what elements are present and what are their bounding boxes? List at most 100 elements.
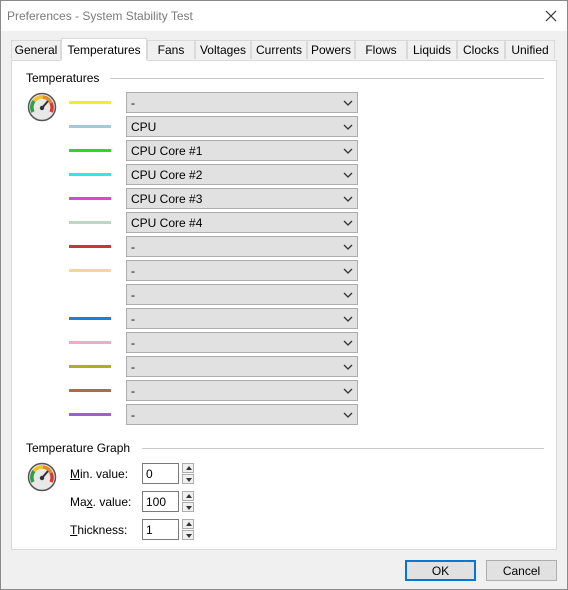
sensor-select[interactable]: CPU Core #4 bbox=[126, 212, 358, 233]
series-color-swatch[interactable] bbox=[69, 197, 111, 200]
series-color-swatch[interactable] bbox=[69, 293, 111, 296]
tab-unified[interactable]: Unified bbox=[505, 40, 555, 59]
cancel-button[interactable]: Cancel bbox=[486, 560, 557, 581]
tab-label: Unified bbox=[511, 43, 549, 57]
sensor-select-value: - bbox=[131, 96, 135, 110]
min-value-decrement-button[interactable] bbox=[182, 474, 194, 484]
sensor-select[interactable]: - bbox=[126, 92, 358, 113]
chevron-down-icon bbox=[343, 124, 353, 130]
chevron-down-icon bbox=[343, 388, 353, 394]
sensor-select[interactable]: - bbox=[126, 236, 358, 257]
series-color-swatch[interactable] bbox=[69, 365, 111, 368]
sensor-select-value: - bbox=[131, 408, 135, 422]
max-value-input[interactable]: 100 bbox=[142, 491, 179, 512]
max-value-spinner bbox=[182, 491, 194, 512]
max-value-label-start: Ma bbox=[70, 495, 87, 509]
tab-label: Clocks bbox=[462, 43, 499, 57]
sensor-select-value: - bbox=[131, 288, 135, 302]
sensor-select[interactable]: - bbox=[126, 260, 358, 281]
tab-fans[interactable]: Fans bbox=[147, 40, 195, 59]
min-value-input[interactable]: 0 bbox=[142, 463, 179, 484]
thickness-label-text: hickness: bbox=[77, 523, 128, 537]
series-color-swatch[interactable] bbox=[69, 245, 111, 248]
min-value-label: Min. value: bbox=[70, 467, 128, 481]
sensor-select[interactable]: - bbox=[126, 332, 358, 353]
chevron-down-icon bbox=[343, 340, 353, 346]
tab-label: Temperatures bbox=[67, 42, 141, 57]
tab-flows[interactable]: Flows bbox=[355, 40, 407, 59]
cancel-button-label: Cancel bbox=[502, 563, 541, 578]
max-value-label-text: . value: bbox=[92, 495, 132, 509]
title-bar: Preferences - System Stability Test bbox=[1, 1, 567, 31]
sensor-select[interactable]: CPU Core #3 bbox=[126, 188, 358, 209]
sensor-select[interactable]: CPU bbox=[126, 116, 358, 137]
sensor-select[interactable]: CPU Core #2 bbox=[126, 164, 358, 185]
close-button[interactable] bbox=[535, 1, 567, 31]
series-color-swatch[interactable] bbox=[69, 317, 111, 320]
window-title: Preferences - System Stability Test bbox=[7, 9, 193, 23]
tab-label: Powers bbox=[310, 43, 351, 57]
series-color-swatch[interactable] bbox=[69, 389, 111, 392]
thickness-input[interactable]: 1 bbox=[142, 519, 179, 540]
sensor-select[interactable]: - bbox=[126, 284, 358, 305]
min-value-label-text: in. value: bbox=[80, 467, 129, 481]
graph-gauge-icon bbox=[27, 462, 57, 492]
thickness-spinner bbox=[182, 519, 194, 540]
tab-label: Flows bbox=[365, 43, 397, 57]
thickness-decrement-button[interactable] bbox=[182, 530, 194, 540]
max-value-decrement-button[interactable] bbox=[182, 502, 194, 512]
tab-label: Liquids bbox=[412, 43, 452, 57]
series-color-swatch[interactable] bbox=[69, 149, 111, 152]
preferences-window: Preferences - System Stability Test Gene… bbox=[0, 0, 568, 590]
tab-label: Fans bbox=[157, 43, 185, 57]
series-color-swatch[interactable] bbox=[69, 413, 111, 416]
chevron-down-icon bbox=[343, 244, 353, 250]
sensor-select-value: CPU Core #1 bbox=[131, 144, 203, 158]
series-color-swatch[interactable] bbox=[69, 125, 111, 128]
series-color-swatch[interactable] bbox=[69, 101, 111, 104]
ok-button-label: OK bbox=[431, 563, 450, 578]
min-value-mnemonic: M bbox=[70, 467, 80, 481]
sensor-select[interactable]: - bbox=[126, 356, 358, 377]
sensor-select-value: CPU Core #2 bbox=[131, 168, 203, 182]
tab-temperatures[interactable]: Temperatures bbox=[61, 38, 147, 61]
chevron-down-icon bbox=[343, 220, 353, 226]
sensor-select-value: CPU Core #3 bbox=[131, 192, 203, 206]
sensor-select[interactable]: - bbox=[126, 380, 358, 401]
ok-button[interactable]: OK bbox=[405, 560, 476, 581]
sensor-select-value: - bbox=[131, 360, 135, 374]
max-value-text: 100 bbox=[146, 495, 167, 509]
sensor-select-value: CPU Core #4 bbox=[131, 216, 203, 230]
tab-powers[interactable]: Powers bbox=[307, 40, 355, 59]
series-color-swatch[interactable] bbox=[69, 221, 111, 224]
sensor-select[interactable]: - bbox=[126, 308, 358, 329]
tab-clocks[interactable]: Clocks bbox=[457, 40, 505, 59]
sensor-select[interactable]: CPU Core #1 bbox=[126, 140, 358, 161]
series-color-swatch[interactable] bbox=[69, 341, 111, 344]
thickness-label: Thickness: bbox=[70, 523, 127, 537]
series-color-swatch[interactable] bbox=[69, 269, 111, 272]
sensor-select-value: CPU bbox=[131, 120, 157, 134]
thickness-increment-button[interactable] bbox=[182, 519, 194, 529]
sensor-select-value: - bbox=[131, 336, 135, 350]
series-color-swatch[interactable] bbox=[69, 173, 111, 176]
chevron-down-icon bbox=[343, 100, 353, 106]
tab-label: General bbox=[14, 43, 58, 57]
min-value-increment-button[interactable] bbox=[182, 463, 194, 473]
sensor-select-value: - bbox=[131, 240, 135, 254]
max-value-label: Max. value: bbox=[70, 495, 131, 509]
chevron-down-icon bbox=[343, 364, 353, 370]
tab-general[interactable]: General bbox=[11, 40, 61, 59]
max-value-increment-button[interactable] bbox=[182, 491, 194, 501]
tab-currents[interactable]: Currents bbox=[251, 40, 307, 59]
tab-voltages[interactable]: Voltages bbox=[195, 40, 251, 59]
temperatures-panel: Temperatures - CPU CPU Core #1 CPU Core #2 C… bbox=[11, 60, 557, 550]
chevron-down-icon bbox=[343, 292, 353, 298]
sensor-select-value: - bbox=[131, 384, 135, 398]
min-value-spinner bbox=[182, 463, 194, 484]
chevron-down-icon bbox=[343, 148, 353, 154]
tab-label: Voltages bbox=[199, 43, 247, 57]
sensor-select[interactable]: - bbox=[126, 404, 358, 425]
close-icon bbox=[545, 10, 557, 22]
tab-liquids[interactable]: Liquids bbox=[407, 40, 457, 59]
